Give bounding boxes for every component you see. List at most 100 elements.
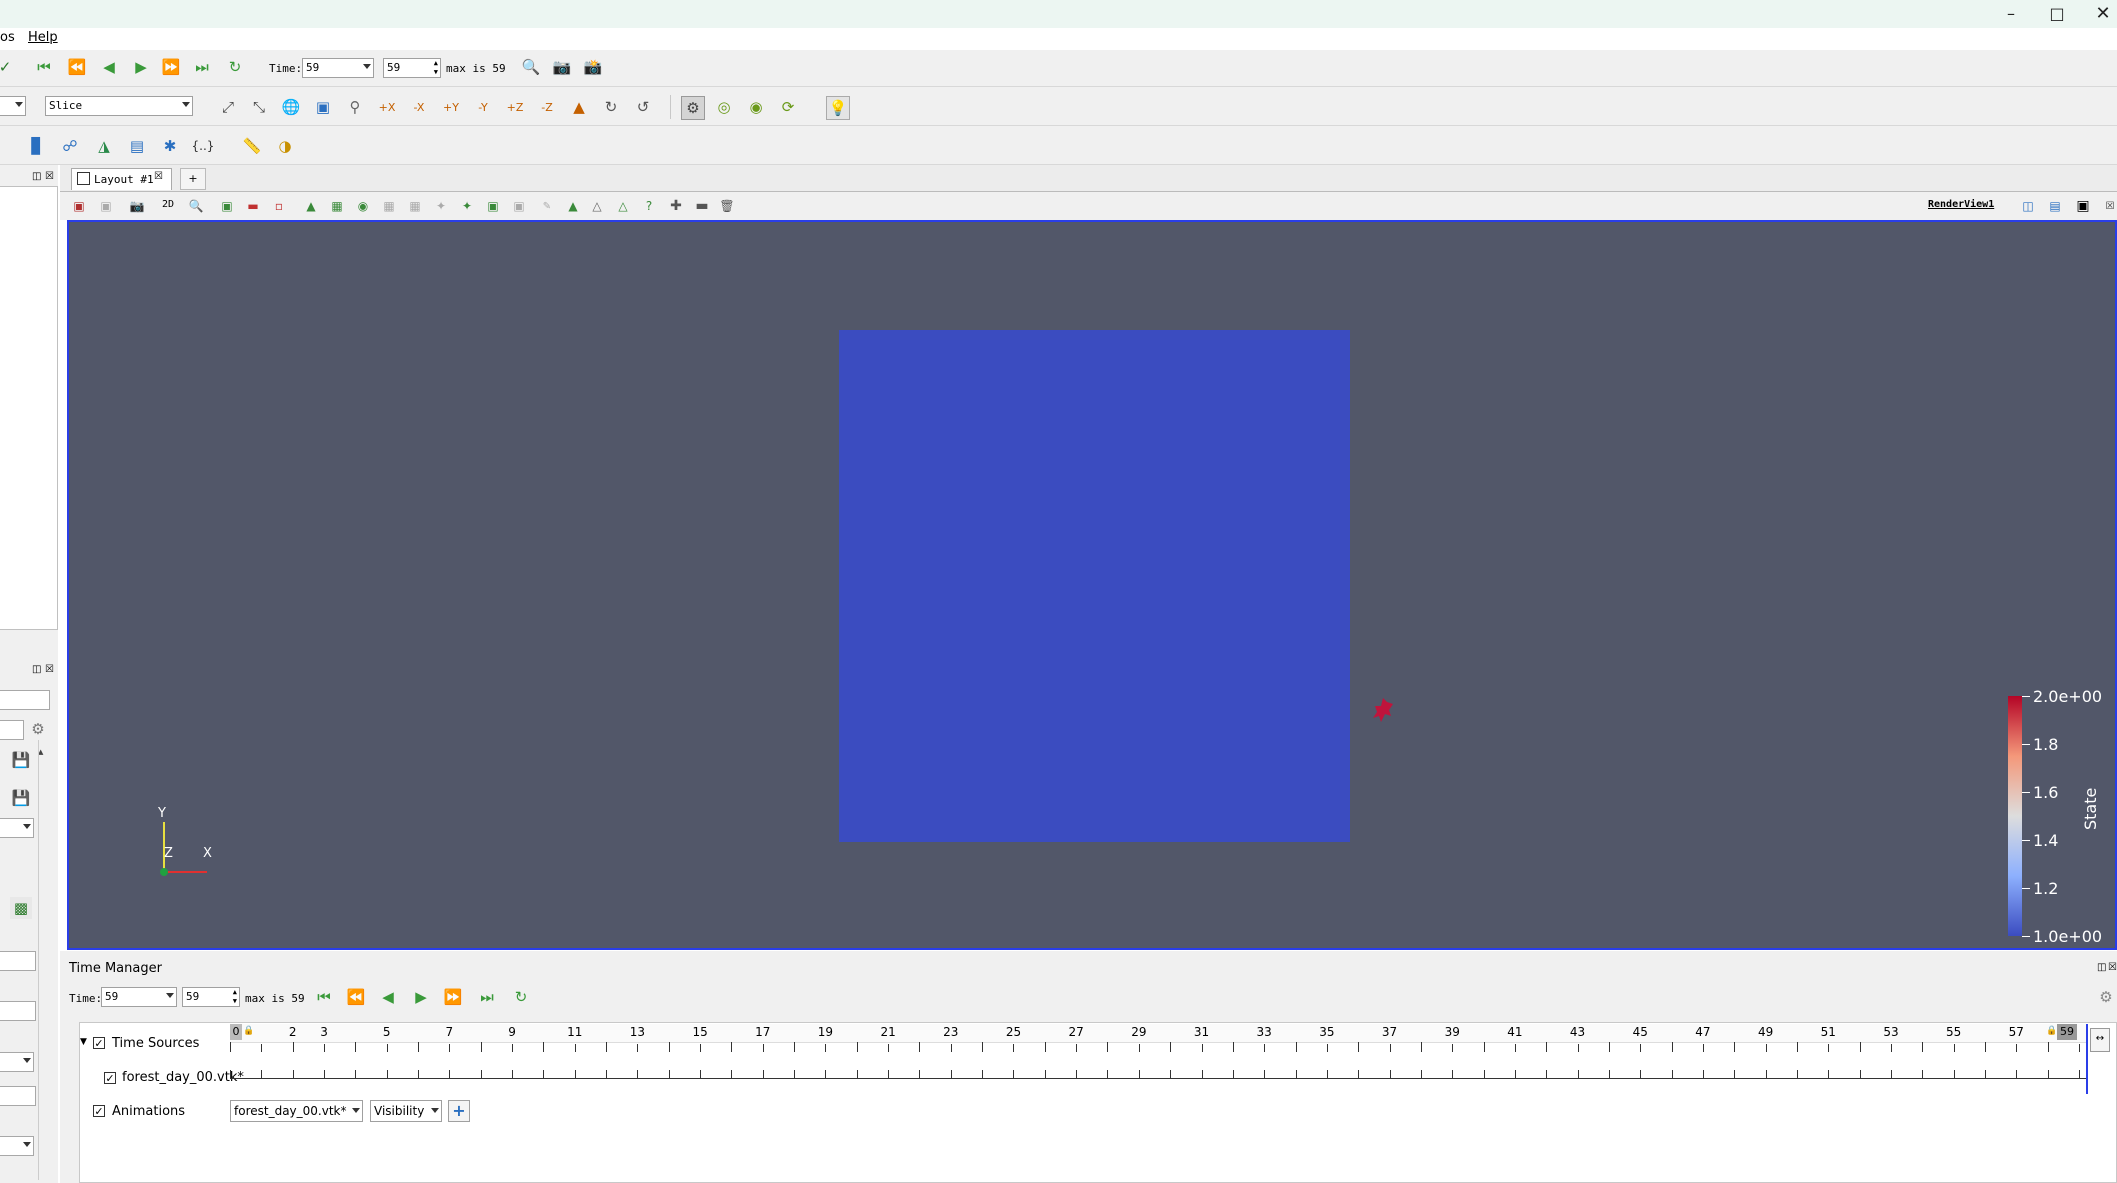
loop-icon[interactable]: ↻	[224, 56, 246, 78]
timeline-zoom-icon[interactable]: ↔	[2090, 1028, 2110, 1052]
previous-frame-icon[interactable]: ⏪	[66, 56, 88, 78]
point-labels-icon[interactable]: △	[586, 195, 608, 217]
interactive-select-icon[interactable]: ◉	[352, 195, 374, 217]
spin-arrows-icon[interactable]: ▲ ▼	[434, 59, 438, 77]
timeline-current-cursor[interactable]	[2086, 1024, 2088, 1094]
time-sources-checkbox[interactable]: ✓	[93, 1037, 105, 1050]
value-field[interactable]	[0, 951, 36, 971]
reset-closest-icon[interactable]: ⤡	[248, 96, 270, 118]
animations-checkbox[interactable]: ✓	[93, 1105, 105, 1118]
hover-points-icon[interactable]: ▦	[378, 195, 400, 217]
zoom-to-data-icon[interactable]: 🌐	[280, 96, 302, 118]
subtract-selection-icon[interactable]: ▬	[691, 195, 713, 217]
view-minus-x-icon[interactable]: -X	[408, 96, 430, 118]
select-points-icon[interactable]: ▬	[242, 195, 264, 217]
zoom-data-icon[interactable]: 🔍	[520, 56, 542, 78]
view-plus-x-icon[interactable]: +X	[376, 96, 398, 118]
view-plus-y-icon[interactable]: +Y	[440, 96, 462, 118]
search-input[interactable]	[0, 690, 50, 710]
pick-center-icon[interactable]: ◉	[745, 96, 767, 118]
select-frustum-icon[interactable]: ▫	[268, 195, 290, 217]
tm-reverse-play-icon[interactable]: ◀	[377, 986, 399, 1008]
interaction-mode-icon[interactable]: ⚙	[681, 96, 705, 120]
pipeline-browser[interactable]	[0, 186, 58, 630]
zoom-closest-icon[interactable]: ▣	[312, 96, 334, 118]
animation-source-combo[interactable]: forest_day_00.vtk*	[230, 1100, 363, 1122]
reset-camera-icon[interactable]: ⤢	[217, 96, 239, 118]
screenshot-icon[interactable]: 📸	[582, 56, 604, 78]
spin-arrows-icon[interactable]: ▲ ▼	[233, 988, 237, 1006]
render-view-name[interactable]: RenderView1	[1928, 199, 1994, 210]
dropdown-field-3[interactable]	[0, 1136, 34, 1156]
value-field-2[interactable]	[0, 1001, 36, 1021]
capture-icon[interactable]: 📷	[126, 195, 148, 217]
tm-loop-icon[interactable]: ↻	[510, 986, 532, 1008]
minimize-icon[interactable]: –	[1988, 0, 2034, 26]
float-icon[interactable]: ◫	[32, 171, 41, 182]
time-combo[interactable]: 59	[302, 58, 374, 78]
close-icon[interactable]: ☒	[154, 171, 163, 182]
edit-label-icon[interactable]: ✎	[536, 195, 558, 217]
reset-center-icon[interactable]: ⟳	[777, 96, 799, 118]
save-icon[interactable]: 💾	[10, 749, 32, 771]
property-field[interactable]	[0, 720, 24, 740]
time-index-spinbox[interactable]: 59 ▲ ▼	[383, 58, 441, 78]
toggle-labels-icon[interactable]: ▲	[562, 195, 584, 217]
plot-selection-icon[interactable]: ▣	[508, 195, 530, 217]
zoom-box-icon[interactable]: ⚲	[344, 96, 366, 118]
tab-layout-1[interactable]: Layout #1 ☒	[71, 168, 172, 190]
lock-icon[interactable]: 🔒	[243, 1026, 254, 1036]
save-icon[interactable]: 💾	[10, 787, 32, 809]
tm-play-icon[interactable]: ▶	[410, 986, 432, 1008]
glyph-icon[interactable]: ✱	[159, 135, 181, 157]
play-icon[interactable]: ▶	[130, 56, 152, 78]
isometric-icon[interactable]: ▲	[568, 96, 590, 118]
tm-last-frame-icon[interactable]: ⏭	[476, 986, 498, 1008]
view-minus-y-icon[interactable]: -Y	[472, 96, 494, 118]
float-icon[interactable]: ◫	[32, 664, 41, 675]
split-vertical-icon[interactable]: ▤	[2044, 195, 2066, 217]
tm-index-spinbox[interactable]: 59 ▲ ▼	[182, 987, 240, 1007]
lock-icon[interactable]: 🔒	[2046, 1026, 2057, 1036]
split-icon[interactable]: ▣	[68, 195, 90, 217]
rotate-plus-90-icon[interactable]: ↻	[600, 96, 622, 118]
menu-sources[interactable]: os	[0, 30, 15, 45]
zoom-box-icon[interactable]: 🔍	[185, 195, 207, 217]
clear-selection-icon[interactable]: 🗑	[716, 195, 738, 217]
timeline-end-marker[interactable]: 59	[2057, 1024, 2077, 1040]
extract-selection-icon[interactable]: ▣	[482, 195, 504, 217]
close-icon[interactable]: ☒	[45, 664, 54, 675]
add-selection-icon[interactable]: ✚	[665, 195, 687, 217]
rotation-center-icon[interactable]: ◎	[713, 96, 735, 118]
clip-icon[interactable]: ◮	[93, 135, 115, 157]
expand-arrow-icon[interactable]: ▼	[80, 1037, 87, 1047]
menu-help[interactable]: Help	[28, 30, 58, 45]
dropdown-field[interactable]	[0, 818, 34, 838]
contour-icon[interactable]: ☍	[59, 135, 81, 157]
gear-icon[interactable]: ⚙	[2095, 986, 2117, 1008]
maximize-icon[interactable]: □	[2034, 0, 2080, 26]
query-icon[interactable]: ?	[638, 195, 660, 217]
partial-combo[interactable]	[0, 96, 26, 116]
source-file-checkbox[interactable]: ✓	[104, 1072, 116, 1085]
next-frame-icon[interactable]: ⏩	[160, 56, 182, 78]
timeline-start-marker[interactable]: 0	[230, 1024, 242, 1040]
representation-combo[interactable]: Slice	[45, 96, 193, 116]
mode-2d-button[interactable]: 2D	[162, 199, 174, 210]
value-field-3[interactable]	[0, 1086, 36, 1106]
last-frame-icon[interactable]: ⏭	[191, 56, 213, 78]
tm-next-frame-icon[interactable]: ⏩	[442, 986, 464, 1008]
python-calculator-icon[interactable]: {..}	[192, 135, 215, 157]
tm-previous-frame-icon[interactable]: ⏪	[345, 986, 367, 1008]
shrink-selection-icon[interactable]: ✦	[456, 195, 478, 217]
render-view[interactable]: Y Z X 2.0e+00 1.8 1.6 1.4 1.2 1.0e+00 State	[67, 220, 2117, 950]
histogram-icon[interactable]: ▊	[26, 135, 48, 157]
light-bulb-icon[interactable]: 💡	[826, 96, 850, 120]
hover-cells-icon[interactable]: ▦	[404, 195, 426, 217]
reverse-play-icon[interactable]: ◀	[98, 56, 120, 78]
slice-icon[interactable]: ▤	[126, 135, 148, 157]
select-cells-icon[interactable]: ▣	[216, 195, 238, 217]
ruler-icon[interactable]: 📏	[241, 135, 263, 157]
cell-labels-icon[interactable]: △	[612, 195, 634, 217]
split-horizontal-icon[interactable]: ◫	[2017, 195, 2039, 217]
